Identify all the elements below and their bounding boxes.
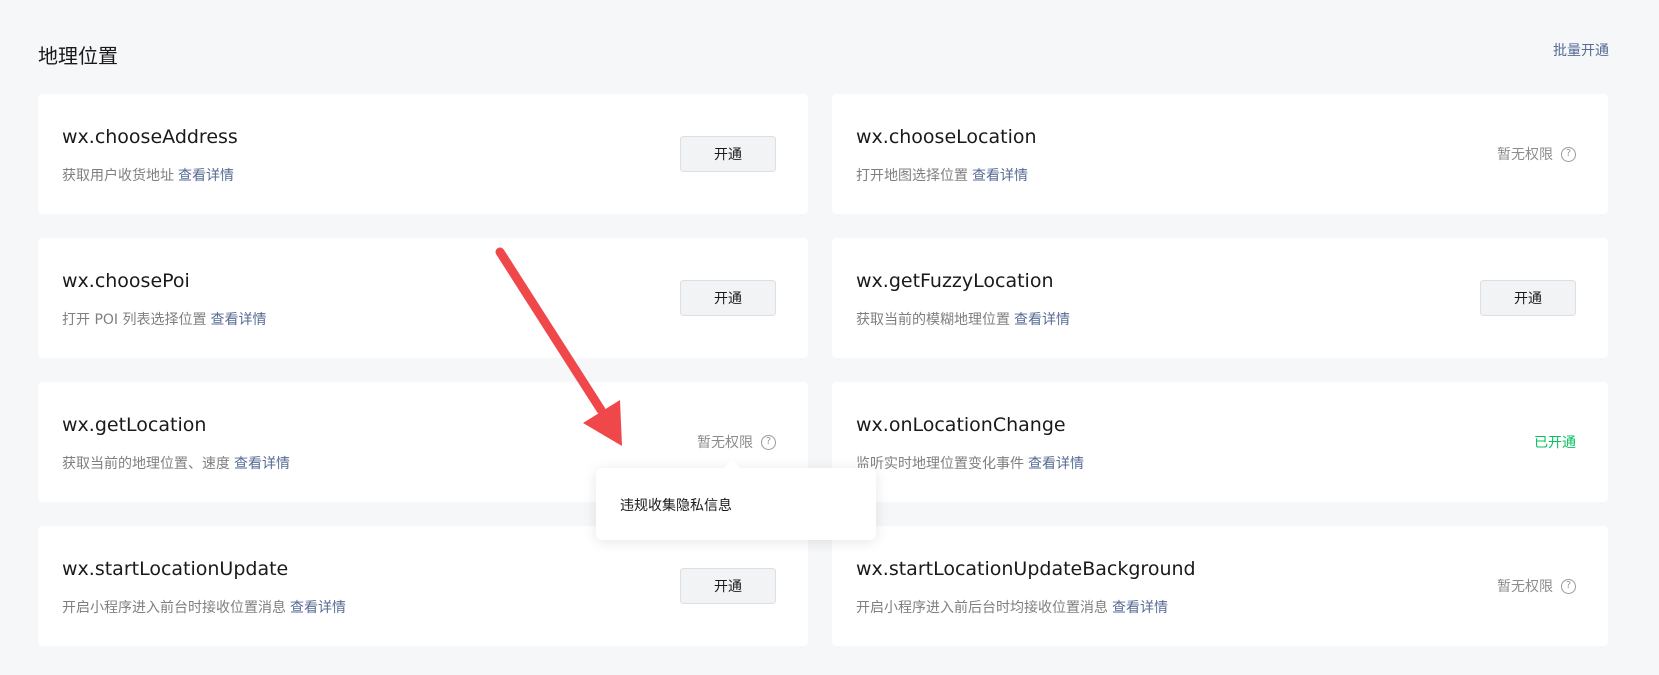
enabled-status: 已开通 xyxy=(1534,435,1576,451)
api-name: wx.chooseAddress xyxy=(62,126,238,148)
api-desc: 开启小程序进入前台时接收位置消息 查看详情 xyxy=(62,597,346,617)
api-desc: 监听实时地理位置变化事件 查看详情 xyxy=(856,453,1084,473)
help-icon[interactable]: ? xyxy=(761,434,776,450)
api-name: wx.getFuzzyLocation xyxy=(856,270,1054,292)
api-desc: 打开地图选择位置 查看详情 xyxy=(856,165,1028,185)
api-card-on-location-change: wx.onLocationChange 监听实时地理位置变化事件 查看详情 已开通 xyxy=(832,382,1608,502)
api-desc-text: 获取用户收货地址 xyxy=(62,168,174,184)
open-button[interactable]: 开通 xyxy=(1480,280,1576,316)
api-name: wx.startLocationUpdateBackground xyxy=(856,558,1196,580)
api-name: wx.startLocationUpdate xyxy=(62,558,289,580)
no-permission-status: 暂无权限? xyxy=(1497,576,1576,596)
api-card-start-location-update: wx.startLocationUpdate 开启小程序进入前台时接收位置消息查… xyxy=(38,526,808,646)
api-desc: 获取当前的地理位置、速度 查看详情 xyxy=(62,453,290,473)
no-permission-status: 暂无权限? xyxy=(697,432,776,452)
view-detail-link[interactable]: 查看详情 xyxy=(1112,600,1168,616)
api-desc-text: 获取当前的模糊地理位置 xyxy=(856,312,1010,328)
view-detail-link[interactable]: 查看详情 xyxy=(972,168,1028,184)
no-permission-label: 暂无权限 xyxy=(1497,579,1553,595)
help-icon[interactable]: ? xyxy=(1561,578,1576,594)
view-detail-link[interactable]: 查看详情 xyxy=(1028,456,1084,472)
api-desc-text: 获取当前的地理位置、速度 xyxy=(62,456,230,472)
batch-open-link[interactable]: 批量开通 xyxy=(1553,40,1609,60)
open-button[interactable]: 开通 xyxy=(680,136,776,172)
api-name: wx.getLocation xyxy=(62,414,207,436)
api-name: wx.choosePoi xyxy=(62,270,190,292)
api-card-choose-location: wx.chooseLocation 打开地图选择位置 查看详情 暂无权限? xyxy=(832,94,1608,214)
view-detail-link[interactable]: 查看详情 xyxy=(211,312,267,328)
no-permission-label: 暂无权限 xyxy=(1497,147,1553,163)
api-desc-text: 开启小程序进入前台时接收位置消息 xyxy=(62,600,286,616)
api-desc-text: 打开 POI 列表选择位置 xyxy=(62,312,207,328)
api-card-choose-address: wx.chooseAddress 获取用户收货地址 查看详情 开通 xyxy=(38,94,808,214)
api-desc-text: 监听实时地理位置变化事件 xyxy=(856,456,1024,472)
open-button[interactable]: 开通 xyxy=(680,568,776,604)
no-permission-status: 暂无权限? xyxy=(1497,144,1576,164)
api-card-start-location-update-background: wx.startLocationUpdateBackground 开启小程序进入… xyxy=(832,526,1608,646)
view-detail-link[interactable]: 查看详情 xyxy=(234,456,290,472)
open-button[interactable]: 开通 xyxy=(680,280,776,316)
view-detail-link[interactable]: 查看详情 xyxy=(290,600,346,616)
permission-reason-tooltip: 违规收集隐私信息 xyxy=(596,468,876,540)
view-detail-link[interactable]: 查看详情 xyxy=(1014,312,1070,328)
api-card-get-fuzzy-location: wx.getFuzzyLocation 获取当前的模糊地理位置 查看详情 开通 xyxy=(832,238,1608,358)
api-desc: 获取当前的模糊地理位置 查看详情 xyxy=(856,309,1070,329)
api-desc-text: 开启小程序进入前后台时均接收位置消息 xyxy=(856,600,1108,616)
api-desc: 获取用户收货地址 查看详情 xyxy=(62,165,234,185)
api-name: wx.onLocationChange xyxy=(856,414,1066,436)
tooltip-text: 违规收集隐私信息 xyxy=(620,498,732,514)
api-card-choose-poi: wx.choosePoi 打开 POI 列表选择位置 查看详情 开通 xyxy=(38,238,808,358)
page: 地理位置 批量开通 wx.chooseAddress 获取用户收货地址 查看详情 … xyxy=(0,0,1659,675)
help-icon[interactable]: ? xyxy=(1561,146,1576,162)
api-desc-text: 打开地图选择位置 xyxy=(856,168,968,184)
view-detail-link[interactable]: 查看详情 xyxy=(178,168,234,184)
api-name: wx.chooseLocation xyxy=(856,126,1037,148)
no-permission-label: 暂无权限 xyxy=(697,435,753,451)
api-desc: 开启小程序进入前后台时均接收位置消息 查看详情 xyxy=(856,597,1168,617)
api-desc: 打开 POI 列表选择位置 查看详情 xyxy=(62,309,267,329)
section-title: 地理位置 xyxy=(38,44,118,68)
